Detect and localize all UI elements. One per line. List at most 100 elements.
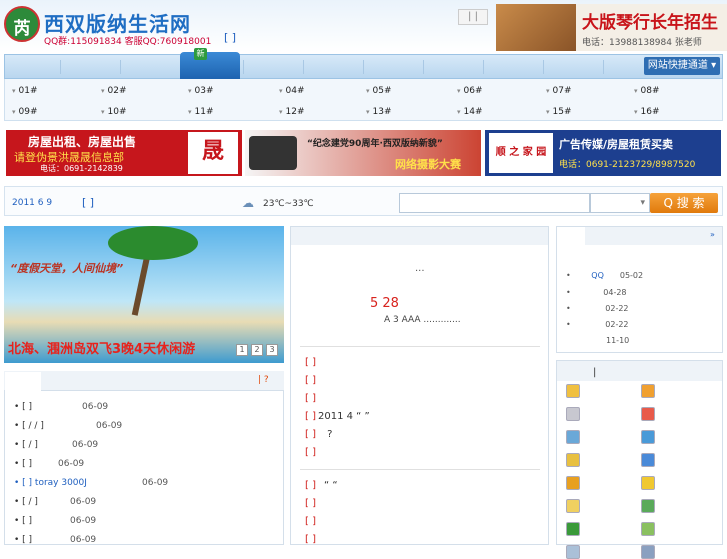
slide-page-1[interactable]: 1 — [236, 344, 248, 356]
site-logo-icon[interactable]: 芮 — [4, 6, 40, 42]
subnav-item[interactable]: ▾ 14# — [457, 107, 483, 117]
logo-glyph: 芮 — [13, 19, 31, 39]
left-box-tab[interactable] — [5, 372, 41, 391]
media-banner-ad[interactable]: 顺 之 家 园 广告传媒/房屋租赁买卖 电话：0691-2123729/8987… — [485, 130, 721, 176]
subnav-item[interactable]: ▾ 16# — [634, 107, 660, 117]
tool-icon[interactable] — [641, 522, 655, 536]
list-item[interactable]: • [ ] 06-09 — [14, 459, 84, 469]
middle-box-header — [291, 227, 548, 245]
headline-dots: ... — [415, 263, 425, 274]
notice-item[interactable]: • 02-22 — [566, 304, 629, 313]
slide-page-3[interactable]: 3 — [266, 344, 278, 356]
subnav-item[interactable]: ▾ 10# — [101, 107, 127, 117]
qq-contact-line: QQ群:115091834 客服QQ:760918001 — [44, 37, 212, 47]
notice-item[interactable]: • 04-28 — [566, 288, 627, 297]
weather-temperature: 23℃~33℃ — [263, 199, 314, 209]
quick-channel-button[interactable]: 网站快捷通道 ▾ — [644, 57, 720, 75]
slideshow-slogan: “度假天堂，人间仙境” — [10, 262, 124, 275]
list-item[interactable]: • [ / ] 06-09 — [14, 440, 98, 450]
subnav-item[interactable]: ▾ 09# — [12, 107, 38, 117]
subnav-item[interactable]: ▾ 13# — [366, 107, 392, 117]
tool-icon[interactable] — [566, 522, 580, 536]
guitar-ad-title: 大版琴行长年招生 — [582, 13, 718, 33]
tool-icon[interactable] — [641, 430, 655, 444]
tool-icon[interactable] — [641, 407, 655, 421]
news-item[interactable]: [ ] — [305, 498, 324, 509]
news-item[interactable]: [ ] — [305, 375, 324, 386]
headline-summary: A 3 AAA ............. — [384, 315, 461, 325]
subnav-item[interactable]: ▾ 12# — [279, 107, 305, 117]
new-badge: 新 — [194, 48, 207, 60]
list-item[interactable]: • [ / / ] 06-09 — [14, 421, 122, 431]
news-item[interactable]: [ ] “ “ — [305, 480, 338, 491]
guitar-school-ad[interactable]: 大版琴行长年招生 电话：13988138984 张老师 — [496, 4, 727, 51]
tool-icon[interactable] — [641, 453, 655, 467]
tool-icon[interactable] — [566, 499, 580, 513]
news-item[interactable]: [ ] — [305, 534, 324, 545]
rental-banner-ad[interactable]: 房屋出租、房屋出售 请登伪景洪晟晟信息部 电话：0691-2142839 晟 — [6, 130, 242, 176]
photo-contest-banner-ad[interactable]: “纪念建党90周年·西双版纳新貌” 网络摄影大赛 — [245, 130, 481, 176]
banner3-line2: 广告传媒/房屋租赁买卖 — [559, 138, 674, 151]
search-input[interactable] — [399, 193, 590, 213]
notice-item[interactable]: • 02-22 — [566, 320, 629, 329]
language-switch[interactable]: | | — [458, 9, 488, 25]
slideshow-caption: 北海、涠洲岛双飞3晚4天休闲游 — [8, 342, 196, 357]
list-item[interactable]: • [ ] toray 3000J 06-09 — [14, 478, 168, 488]
subnav-item[interactable]: ▾ 04# — [279, 86, 305, 96]
tool-icon[interactable] — [566, 407, 580, 421]
right-box-more[interactable]: » — [710, 230, 715, 239]
camera-icon — [249, 136, 297, 170]
tools-box-label: | — [593, 367, 597, 378]
list-item[interactable]: • [ ] 06-09 — [14, 516, 96, 526]
nav-tab-active[interactable] — [180, 52, 240, 79]
left-box-more[interactable]: | ? — [258, 375, 269, 385]
divider — [300, 346, 540, 347]
tool-icon[interactable] — [566, 453, 580, 467]
banner3-logo: 顺 之 家 园 — [489, 133, 553, 173]
list-item[interactable]: • [ ] 06-09 — [14, 402, 108, 412]
news-item[interactable]: [ ] — [305, 357, 324, 368]
left-news-box — [4, 371, 284, 545]
header-link[interactable]: [ ] — [224, 31, 236, 44]
tool-icon[interactable] — [566, 476, 580, 490]
subnav-item[interactable]: ▾ 15# — [546, 107, 572, 117]
news-item[interactable]: [ ] — [305, 516, 324, 527]
subnav-item[interactable]: ▾ 01# — [12, 86, 38, 96]
banner3-phone: 电话：0691-2123729/8987520 — [559, 160, 696, 170]
subnav-item[interactable]: ▾ 08# — [634, 86, 660, 96]
tool-icon[interactable] — [641, 545, 655, 559]
tool-icon[interactable] — [641, 476, 655, 490]
banner2-line1: “纪念建党90周年·西双版纳新貌” — [307, 139, 443, 149]
list-item[interactable]: • [ ] 06-09 — [14, 535, 96, 545]
subnav-item[interactable]: ▾ 03# — [188, 86, 214, 96]
news-item[interactable]: [ ] — [305, 393, 324, 404]
notice-item[interactable]: • QQ 05-02 — [566, 271, 643, 280]
subnav-item[interactable]: ▾ 05# — [366, 86, 392, 96]
tool-icon[interactable] — [641, 384, 655, 398]
tool-icon[interactable] — [566, 430, 580, 444]
date-link[interactable]: [ ] — [82, 196, 94, 209]
current-date: 2011 6 9 — [12, 198, 53, 208]
tool-icon[interactable] — [566, 384, 580, 398]
site-name[interactable]: 西双版纳生活网 — [44, 8, 191, 37]
left-box-header — [4, 371, 284, 391]
news-item[interactable]: [ ] — [305, 447, 324, 458]
subnav-item[interactable]: ▾ 06# — [457, 86, 483, 96]
cloud-rain-icon: ☁ — [242, 196, 254, 210]
subnav-item[interactable]: ▾ 02# — [101, 86, 127, 96]
subnav-item[interactable]: ▾ 07# — [546, 86, 572, 96]
news-item[interactable]: [ ] ? — [305, 429, 332, 440]
divider — [300, 469, 540, 470]
search-category-select[interactable]: ▾ — [590, 193, 650, 213]
slide-page-2[interactable]: 2 — [251, 344, 263, 356]
search-button[interactable]: Q 搜 索 — [650, 193, 718, 213]
subnav-item[interactable]: ▾ 11# — [188, 107, 214, 117]
headline-date[interactable]: 5 28 — [370, 296, 399, 311]
tool-icon[interactable] — [566, 545, 580, 559]
news-item[interactable]: [ ] 2011 4 “ ” — [305, 411, 370, 422]
tool-icon[interactable] — [641, 499, 655, 513]
notice-item[interactable]: 11-10 — [566, 336, 629, 345]
right-box-tab[interactable] — [557, 227, 585, 245]
guitar-photo-icon — [496, 4, 576, 51]
list-item[interactable]: • [ / ] 06-09 — [14, 497, 96, 507]
